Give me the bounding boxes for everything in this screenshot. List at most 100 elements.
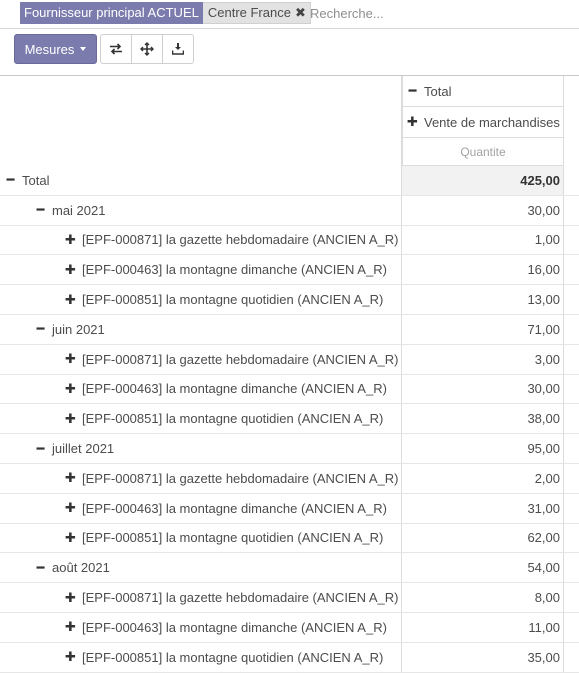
row-item-label: [EPF-000851] la montagne quotidien (ANCI… [82, 649, 384, 665]
cell-item-value: 35,00 [402, 642, 564, 672]
row-item-label: [EPF-000463] la montagne dimanche (ANCIE… [82, 262, 387, 278]
minus-icon: ━ [36, 559, 45, 575]
pivot-rows: ━ Total 425,00 ━ mai 2021 30,00 ✚ [EPF-00087… [0, 166, 579, 673]
facet-value: Centre France ✖ [202, 2, 311, 24]
flip-axis-button[interactable] [100, 34, 132, 64]
close-icon[interactable]: ✖ [295, 2, 306, 24]
row-header-total[interactable]: ━ Total [0, 166, 402, 195]
cell-month-value: 95,00 [402, 434, 564, 463]
month-rows: ━ mai 2021 30,00 ✚ [EPF-000871] la gazette h… [0, 195, 579, 673]
cell-month-value: 54,00 [402, 553, 564, 583]
row-item-label: [EPF-000871] la gazette hebdomadaire (AN… [82, 590, 399, 606]
search-facet[interactable]: Fournisseur principal ACTUEL Centre Fran… [20, 2, 311, 24]
row-item: ✚ [EPF-000851] la montagne quotidien (ANC… [0, 642, 579, 673]
download-button[interactable] [162, 34, 194, 64]
plus-icon: ✚ [65, 261, 76, 277]
row-header-item[interactable]: ✚ [EPF-000463] la montagne dimanche (ANCI… [0, 612, 402, 642]
row-month-label: juin 2021 [52, 321, 105, 337]
expand-all-button[interactable] [131, 34, 163, 64]
cell-total-value: 425,00 [402, 166, 564, 195]
plus-icon: ✚ [65, 470, 76, 486]
row-header-month[interactable]: ━ mai 2021 [0, 195, 402, 225]
row-item: ✚ [EPF-000851] la montagne quotidien (ANC… [0, 523, 579, 554]
plus-icon: ✚ [65, 619, 76, 635]
row-item-label: [EPF-000851] la montagne quotidien (ANCI… [82, 411, 384, 427]
plus-icon: ✚ [65, 410, 76, 426]
cell-item-value: 38,00 [402, 404, 564, 434]
row-item-label: [EPF-000871] la gazette hebdomadaire (AN… [82, 351, 399, 367]
col-header-group[interactable]: ✚ Vente de marchandises [402, 107, 564, 138]
row-header-item[interactable]: ✚ [EPF-000871] la gazette hebdomadaire (A… [0, 583, 402, 612]
row-item: ✚ [EPF-000871] la gazette hebdomadaire (A… [0, 344, 579, 375]
plus-icon: ✚ [65, 291, 76, 307]
row-header-item[interactable]: ✚ [EPF-000851] la montagne quotidien (ANC… [0, 642, 402, 672]
cell-item-value: 13,00 [402, 285, 564, 314]
row-header-item[interactable]: ✚ [EPF-000871] la gazette hebdomadaire (A… [0, 463, 402, 493]
row-item-label: [EPF-000871] la gazette hebdomadaire (AN… [82, 232, 399, 248]
expand-all-icon [140, 42, 154, 56]
row-item: ✚ [EPF-000851] la montagne quotidien (ANC… [0, 285, 579, 315]
row-header-item[interactable]: ✚ [EPF-000871] la gazette hebdomadaire (A… [0, 344, 402, 374]
cell-item-value: 8,00 [402, 583, 564, 612]
row-item: ✚ [EPF-000871] la gazette hebdomadaire (A… [0, 225, 579, 256]
row-header-item[interactable]: ✚ [EPF-000463] la montagne dimanche (ANCI… [0, 374, 402, 404]
pivot-actions [100, 34, 194, 64]
plus-icon: ✚ [65, 231, 76, 247]
pivot-table: ━ Total ✚ Vente de marchandises Quantite… [0, 75, 579, 673]
row-header-item[interactable]: ✚ [EPF-000851] la montagne quotidien (ANC… [0, 404, 402, 434]
col-header-total-label: Total [424, 83, 452, 99]
measures-dropdown-button[interactable]: Mesures [14, 34, 97, 64]
cell-item-value: 31,00 [402, 493, 564, 523]
cell-item-value: 16,00 [402, 255, 564, 285]
row-header-month[interactable]: ━ juillet 2021 [0, 434, 402, 463]
row-header-item[interactable]: ✚ [EPF-000463] la montagne dimanche (ANCI… [0, 255, 402, 285]
cell-item-value: 30,00 [402, 374, 564, 404]
measure-label: Quantite [460, 144, 506, 159]
facet-value-label: Centre France [207, 5, 291, 20]
cell-item-value: 11,00 [402, 612, 564, 642]
row-item: ✚ [EPF-000871] la gazette hebdomadaire (A… [0, 583, 579, 613]
measure-header: Quantite [402, 138, 564, 166]
row-header-item[interactable]: ✚ [EPF-000871] la gazette hebdomadaire (A… [0, 225, 402, 255]
col-header-total[interactable]: ━ Total [402, 76, 564, 107]
row-total: ━ Total 425,00 [0, 166, 579, 196]
row-item: ✚ [EPF-000463] la montagne dimanche (ANCI… [0, 374, 579, 405]
minus-icon: ━ [408, 83, 417, 98]
caret-down-icon [80, 47, 87, 51]
row-item-label: [EPF-000463] la montagne dimanche (ANCIE… [82, 619, 387, 635]
row-month-label: août 2021 [52, 560, 110, 576]
cell-item-value: 62,00 [402, 523, 564, 553]
col-header-group-label: Vente de marchandises [424, 114, 560, 130]
swap-axes-icon [110, 43, 122, 55]
cell-month-value: 30,00 [402, 195, 564, 225]
plus-icon: ✚ [407, 114, 418, 129]
minus-icon: ━ [36, 202, 45, 218]
row-item-label: [EPF-000463] la montagne dimanche (ANCIE… [82, 500, 387, 516]
row-header-item[interactable]: ✚ [EPF-000463] la montagne dimanche (ANCI… [0, 493, 402, 523]
row-item-label: [EPF-000463] la montagne dimanche (ANCIE… [82, 381, 387, 397]
search-input[interactable] [310, 3, 570, 23]
row-header-month[interactable]: ━ juin 2021 [0, 314, 402, 344]
row-month: ━ août 2021 54,00 [0, 553, 579, 584]
row-item: ✚ [EPF-000463] la montagne dimanche (ANCI… [0, 493, 579, 524]
plus-icon: ✚ [65, 589, 76, 605]
plus-icon: ✚ [65, 529, 76, 545]
minus-icon: ━ [6, 172, 15, 188]
row-item: ✚ [EPF-000463] la montagne dimanche (ANCI… [0, 612, 579, 643]
row-month: ━ juin 2021 71,00 [0, 314, 579, 345]
cell-item-value: 1,00 [402, 225, 564, 255]
row-item-label: [EPF-000851] la montagne quotidien (ANCI… [82, 530, 384, 546]
minus-icon: ━ [36, 440, 45, 456]
row-header-item[interactable]: ✚ [EPF-000851] la montagne quotidien (ANC… [0, 523, 402, 553]
row-month-label: juillet 2021 [52, 441, 115, 457]
row-item: ✚ [EPF-000871] la gazette hebdomadaire (A… [0, 463, 579, 494]
row-item: ✚ [EPF-000463] la montagne dimanche (ANCI… [0, 255, 579, 286]
search-bar: Fournisseur principal ACTUEL Centre Fran… [0, 0, 579, 29]
plus-icon: ✚ [65, 351, 76, 367]
pivot-corner [0, 76, 402, 166]
row-header-month[interactable]: ━ août 2021 [0, 553, 402, 583]
row-header-item[interactable]: ✚ [EPF-000851] la montagne quotidien (ANC… [0, 285, 402, 314]
plus-icon: ✚ [65, 649, 76, 665]
measures-label: Mesures [24, 41, 75, 57]
row-item-label: [EPF-000871] la gazette hebdomadaire (AN… [82, 470, 399, 486]
